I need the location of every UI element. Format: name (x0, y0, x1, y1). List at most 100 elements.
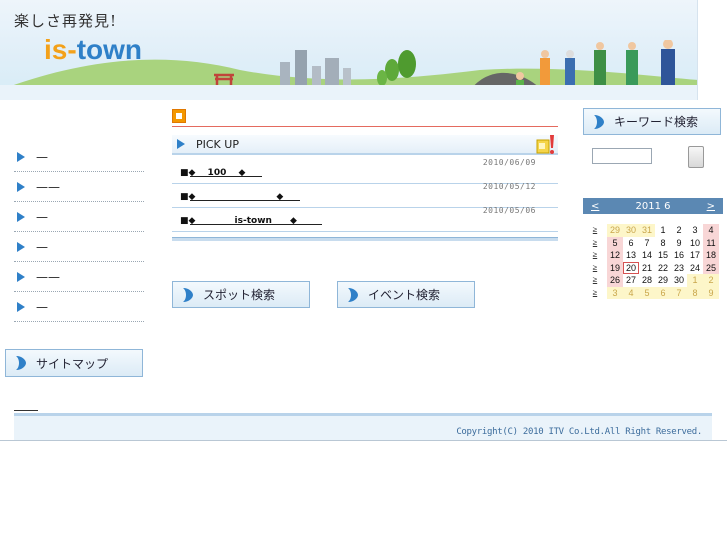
nav-item-label: —— (36, 269, 60, 284)
keyword-submit-button[interactable] (688, 146, 704, 168)
site-tagline: 楽しさ再発見! (14, 12, 118, 30)
page: 楽しさ再発見! is-town — —— — — —— — サイトマップ PIC… (0, 0, 727, 545)
calendar-day[interactable]: 9 (671, 237, 687, 250)
calendar-week-link[interactable]: ≥ (583, 287, 607, 300)
arrow-icon (17, 181, 25, 192)
calendar-day[interactable]: 13 (623, 249, 639, 262)
arrow-icon (177, 139, 185, 149)
calendar-week-link[interactable]: ≥ (583, 224, 607, 237)
calendar-day[interactable]: 27 (623, 274, 639, 287)
divider (172, 126, 558, 127)
calendar-header: < 2011 6 > (583, 198, 723, 214)
spot-search-button[interactable]: スポット検索 (172, 281, 310, 308)
calendar-day[interactable]: 9 (703, 286, 719, 299)
calendar-day[interactable]: 14 (639, 249, 655, 262)
calendar-day[interactable]: 1 (687, 274, 703, 287)
arrow-icon (16, 356, 26, 370)
calendar-day[interactable]: 7 (671, 286, 687, 299)
footer-mark (14, 410, 38, 411)
calendar-day[interactable]: 30 (671, 274, 687, 287)
calendar-day[interactable]: 28 (639, 274, 655, 287)
nav-item-label: — (36, 299, 48, 314)
calendar-day[interactable]: 29 (607, 224, 623, 237)
sitemap-label: サイトマップ (36, 356, 109, 371)
nav-item-2[interactable]: —— (14, 172, 144, 202)
calendar-day[interactable]: 17 (687, 249, 703, 262)
arrow-icon (17, 241, 25, 252)
nav-item-label: — (36, 149, 48, 164)
arrow-icon (594, 114, 604, 129)
calendar-week-link[interactable]: ≥ (583, 262, 607, 275)
calendar-prev-link[interactable]: < (591, 201, 599, 212)
calendar-day[interactable]: 11 (703, 236, 719, 249)
calendar-day[interactable]: 25 (703, 261, 719, 274)
copyright-text: Copyright(C) 2010 ITV Co.Ltd.All Right R… (456, 427, 702, 437)
calendar-day[interactable]: 5 (639, 286, 655, 299)
calendar-day[interactable]: 2 (703, 274, 719, 287)
calendar-week-link[interactable]: ≥ (583, 249, 607, 262)
calendar-day[interactable]: 6 (623, 237, 639, 250)
calendar-week-link[interactable]: ≥ (583, 237, 607, 250)
calendar-day[interactable]: 8 (687, 286, 703, 299)
calendar-day[interactable]: 7 (639, 237, 655, 250)
news-date: 2010/05/12 (482, 182, 536, 191)
spot-search-label: スポット検索 (203, 288, 276, 302)
calendar: < 2011 6 > ≥29 30 31 1 2 3 4 ≥5 6 7 8 9 10 11 ≥12 13 14 1… (583, 198, 723, 299)
calendar-day[interactable]: 4 (703, 224, 719, 237)
calendar-next-link[interactable]: > (707, 201, 715, 212)
sitemap-button[interactable]: サイトマップ (5, 349, 143, 377)
arrow-icon (17, 211, 25, 222)
calendar-day[interactable]: 2 (671, 224, 687, 237)
calendar-day[interactable]: 3 (687, 224, 703, 237)
calendar-day[interactable]: 16 (671, 249, 687, 262)
row-divider (172, 231, 558, 232)
pickup-label: PICK UP (196, 137, 239, 151)
calendar-day[interactable]: 26 (607, 274, 623, 287)
nav-item-1[interactable]: — (14, 142, 144, 172)
calendar-day[interactable]: 22 (655, 262, 671, 275)
calendar-day[interactable]: 30 (623, 224, 639, 237)
news-item[interactable]: 2010/05/12 ■◆ ◆ (172, 182, 558, 208)
event-search-button[interactable]: イベント検索 (337, 281, 475, 308)
section-bottom-rule (172, 237, 558, 241)
arrow-icon (17, 301, 25, 312)
calendar-day[interactable]: 1 (655, 224, 671, 237)
keyword-search-header: キーワード検索 (583, 108, 721, 135)
news-date: 2010/06/09 (482, 158, 536, 167)
calendar-day[interactable]: 3 (607, 286, 623, 299)
calendar-day[interactable]: 10 (687, 237, 703, 250)
calendar-day[interactable]: 15 (655, 249, 671, 262)
nav-item-4[interactable]: — (14, 232, 144, 262)
nav-item-label: — (36, 239, 48, 254)
nav-item-5[interactable]: —— (14, 262, 144, 292)
news-item[interactable]: 2010/06/09 ■◆ 100 ◆ (172, 158, 558, 184)
calendar-day[interactable]: 6 (655, 286, 671, 299)
calendar-day[interactable]: 5 (607, 236, 623, 249)
nav-item-3[interactable]: — (14, 202, 144, 232)
calendar-day[interactable]: 12 (607, 249, 623, 262)
calendar-day[interactable]: 20 (623, 261, 639, 274)
calendar-title: 2011 6 (635, 200, 671, 212)
nav-item-6[interactable]: — (14, 292, 144, 322)
calendar-day[interactable]: 8 (655, 237, 671, 250)
keyword-input[interactable] (592, 148, 652, 164)
calendar-day[interactable]: 23 (671, 262, 687, 275)
arrow-icon (17, 151, 25, 162)
calendar-day[interactable]: 18 (703, 249, 719, 262)
calendar-day[interactable]: 21 (639, 262, 655, 275)
calendar-day[interactable]: 4 (623, 286, 639, 299)
calendar-week-link[interactable]: ≥ (583, 274, 607, 287)
news-item[interactable]: 2010/05/06 ■◆ is-town ◆ (172, 206, 558, 232)
calendar-day[interactable]: 19 (607, 261, 623, 274)
calendar-day[interactable]: 24 (687, 262, 703, 275)
nav-item-label: — (36, 209, 48, 224)
calendar-day[interactable]: 29 (655, 274, 671, 287)
arrow-icon (183, 287, 193, 302)
calendar-grid: ≥29 30 31 1 2 3 4 ≥5 6 7 8 9 10 11 ≥12 13 14 15 16 17 18 ≥19 2… (583, 224, 723, 299)
pickup-header: PICK UP (172, 135, 558, 155)
news-date: 2010/05/06 (482, 206, 536, 215)
calendar-day[interactable]: 31 (639, 224, 655, 237)
news-underline (190, 224, 322, 225)
news-underline (190, 176, 262, 177)
new-alert-icon (536, 135, 554, 154)
